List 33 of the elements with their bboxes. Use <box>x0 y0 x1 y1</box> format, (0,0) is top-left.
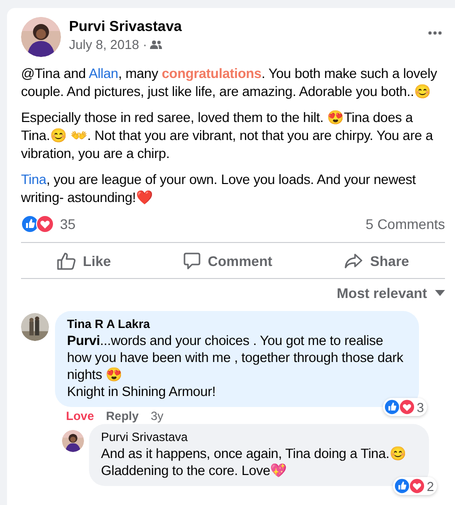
friends-icon <box>150 40 162 49</box>
sort-dropdown[interactable]: Most relevant <box>336 285 445 301</box>
comments-count[interactable]: 5 Comments <box>366 216 445 232</box>
share-arrow-icon <box>344 252 364 268</box>
post-date[interactable]: July 8, 2018 · <box>69 37 148 52</box>
mention-link[interactable]: Tina <box>21 172 46 187</box>
post-text: @Tina and Allan, many congratulations. You both make such a lovely couple. And pictures, just like life, are amazing. Adorable you both..😊 <box>21 65 438 101</box>
heart-reaction-icon <box>398 399 415 415</box>
comment-text: Purvi...words and your choices . You got me to realise how you have been with me , together through those dark nights 😍 Knight in Shining Armour! <box>67 332 404 400</box>
comment-text: And as it happens, once again, Tina doing a Tina.😊 Gladdening to the core. Love💖 <box>101 445 408 479</box>
action-button[interactable]: Like <box>48 248 119 274</box>
post-text: Especially those in red saree, loved them to the hilt. 😍Tina does a Tina.😊 👐. Not that you are vibrant, not that you are chirpy. You are a vibration, you are a chirp. <box>21 109 434 163</box>
heart-reaction-icon <box>408 478 425 494</box>
reaction-badge[interactable]: 2 <box>392 477 437 495</box>
like-reaction-icon <box>394 478 410 494</box>
reply-link[interactable]: Reply <box>106 409 139 424</box>
post-text: Tina, you are league of your own. Love you loads. And your newest writing- astounding!❤ <box>21 171 417 207</box>
action-button[interactable]: Share <box>336 248 418 272</box>
comment-age: 3y <box>150 409 164 424</box>
heart-reaction-icon <box>36 215 54 233</box>
comment-author[interactable]: Tina R A Lakra <box>67 316 407 332</box>
action-button[interactable]: Comment <box>174 248 280 274</box>
author-name[interactable]: Purvi Srivastava <box>69 18 420 37</box>
speech-bubble-icon <box>182 252 201 270</box>
mention-link[interactable]: Allan <box>88 66 118 81</box>
thumbs-up-icon <box>56 252 76 270</box>
like-reaction-icon <box>384 399 400 415</box>
reaction-count[interactable]: 35 <box>60 216 76 232</box>
comment-author[interactable]: Purvi Srivastava <box>101 429 417 445</box>
reaction-link[interactable]: Love <box>66 409 94 424</box>
caret-icon <box>435 290 445 296</box>
more-options-icon[interactable] <box>428 31 442 35</box>
reaction-badge[interactable]: 3 <box>382 398 427 416</box>
